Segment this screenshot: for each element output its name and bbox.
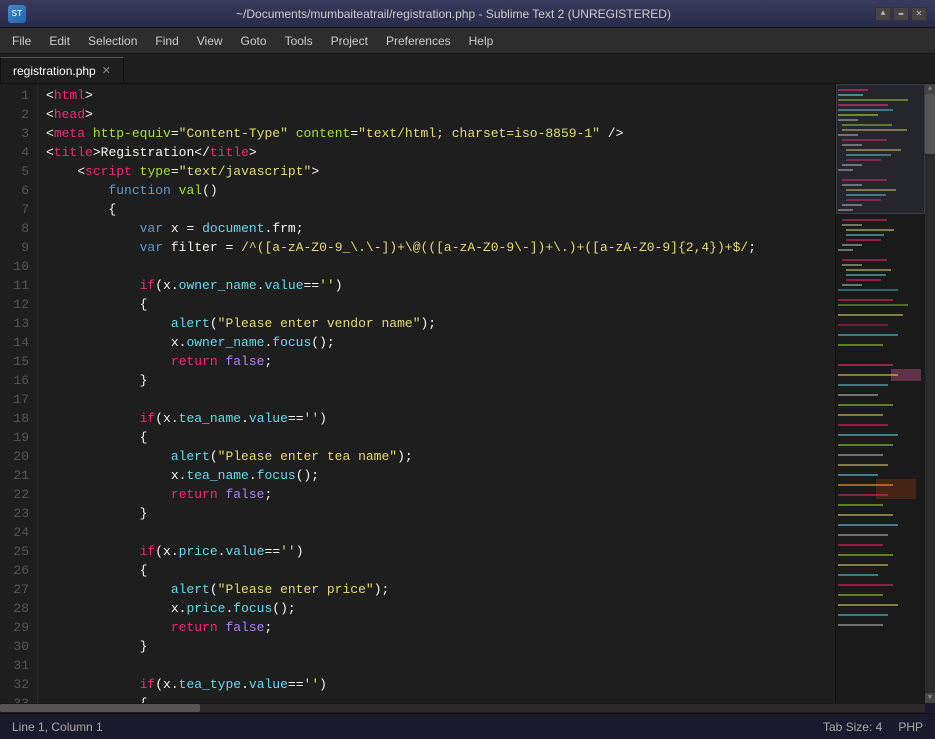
syntax-label[interactable]: PHP: [898, 720, 923, 734]
code-line-2: <head>: [38, 105, 835, 124]
title-text: ~/Documents/mumbaiteatrail/registration.…: [32, 7, 875, 21]
tab-close-icon[interactable]: ✕: [102, 64, 111, 77]
tab-bar: registration.php ✕: [0, 54, 935, 84]
code-line-33: {: [38, 694, 835, 703]
horizontal-scrollbar[interactable]: [0, 703, 925, 713]
code-line-31: [38, 656, 835, 675]
menu-find[interactable]: Find: [147, 31, 186, 51]
code-line-9: var filter = /^([a-zA-Z0-9_\.\-])+\@(([a…: [38, 238, 835, 257]
code-line-5: <script type="text/javascript">: [38, 162, 835, 181]
code-line-28: x.price.focus();: [38, 599, 835, 618]
scroll-down-arrow[interactable]: ▼: [925, 693, 935, 703]
code-line-7: {: [38, 200, 835, 219]
menu-view[interactable]: View: [189, 31, 231, 51]
title-bar: ST ~/Documents/mumbaiteatrail/registrati…: [0, 0, 935, 28]
menu-edit[interactable]: Edit: [41, 31, 78, 51]
code-line-26: {: [38, 561, 835, 580]
menu-file[interactable]: File: [4, 31, 39, 51]
tab-label: registration.php: [13, 64, 96, 78]
code-line-16: }: [38, 371, 835, 390]
code-line-15: return false;: [38, 352, 835, 371]
code-line-10: [38, 257, 835, 276]
status-left: Line 1, Column 1: [12, 720, 103, 734]
code-line-30: }: [38, 637, 835, 656]
code-line-1: <html>: [38, 86, 835, 105]
minimap[interactable]: [835, 84, 925, 703]
code-line-23: }: [38, 504, 835, 523]
cursor-position: Line 1, Column 1: [12, 720, 103, 734]
minimize-btn[interactable]: ▲: [875, 7, 891, 21]
code-line-6: function val(): [38, 181, 835, 200]
menu-bar: File Edit Selection Find View Goto Tools…: [0, 28, 935, 54]
minimap-viewport: [836, 84, 925, 214]
status-right: Tab Size: 4 PHP: [823, 720, 923, 734]
code-line-4: <title>Registration</title>: [38, 143, 835, 162]
tab-size[interactable]: Tab Size: 4: [823, 720, 882, 734]
code-area[interactable]: <html> <head> <meta http-equiv="Content-…: [38, 84, 835, 703]
editor-container: 1 2 3 4 5 6 7 8 9 10 11 12 13 14 15 16 1…: [0, 84, 935, 703]
code-line-20: alert("Please enter tea name");: [38, 447, 835, 466]
hscroll-track[interactable]: [0, 704, 925, 712]
code-line-27: alert("Please enter price");: [38, 580, 835, 599]
status-bar: Line 1, Column 1 Tab Size: 4 PHP: [0, 713, 935, 739]
maximize-btn[interactable]: ▬: [893, 7, 909, 21]
close-btn[interactable]: ✕: [911, 7, 927, 21]
code-line-18: if(x.tea_name.value==''): [38, 409, 835, 428]
code-line-25: if(x.price.value==''): [38, 542, 835, 561]
code-line-19: {: [38, 428, 835, 447]
code-line-21: x.tea_name.focus();: [38, 466, 835, 485]
menu-goto[interactable]: Goto: [233, 31, 275, 51]
menu-tools[interactable]: Tools: [277, 31, 321, 51]
menu-selection[interactable]: Selection: [80, 31, 145, 51]
menu-help[interactable]: Help: [461, 31, 502, 51]
window-controls: ▲ ▬ ✕: [875, 7, 927, 21]
code-line-17: [38, 390, 835, 409]
vertical-scrollbar[interactable]: ▲ ▼: [925, 84, 935, 703]
hscroll-thumb[interactable]: [0, 704, 200, 712]
code-line-24: [38, 523, 835, 542]
code-line-14: x.owner_name.focus();: [38, 333, 835, 352]
code-line-3: <meta http-equiv="Content-Type" content=…: [38, 124, 835, 143]
code-line-12: {: [38, 295, 835, 314]
code-line-29: return false;: [38, 618, 835, 637]
menu-project[interactable]: Project: [323, 31, 376, 51]
code-line-13: alert("Please enter vendor name");: [38, 314, 835, 333]
line-numbers: 1 2 3 4 5 6 7 8 9 10 11 12 13 14 15 16 1…: [0, 84, 38, 703]
scroll-up-arrow[interactable]: ▲: [925, 84, 935, 94]
menu-preferences[interactable]: Preferences: [378, 31, 459, 51]
scroll-track[interactable]: [925, 94, 935, 693]
scroll-thumb[interactable]: [925, 94, 935, 154]
app-icon: ST: [8, 5, 26, 23]
code-line-11: if(x.owner_name.value==''): [38, 276, 835, 295]
tab-registration[interactable]: registration.php ✕: [0, 57, 124, 83]
code-line-32: if(x.tea_type.value==''): [38, 675, 835, 694]
code-line-8: var x = document.frm;: [38, 219, 835, 238]
code-line-22: return false;: [38, 485, 835, 504]
